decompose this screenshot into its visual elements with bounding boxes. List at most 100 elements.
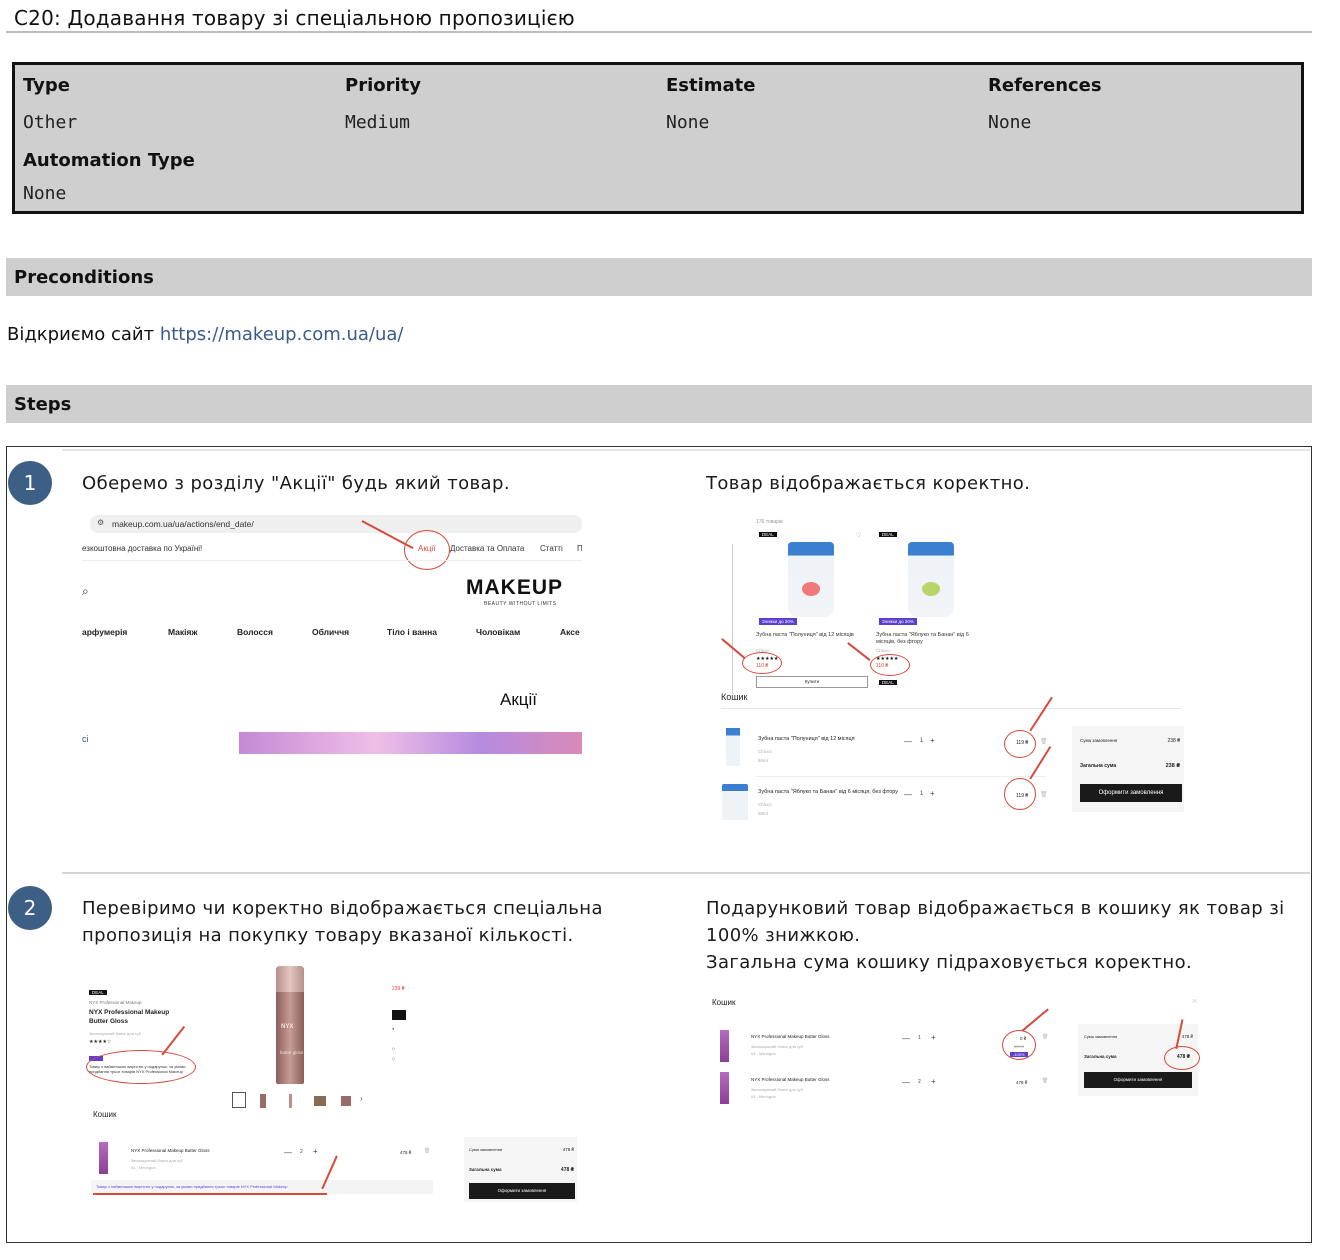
order-sum-value: 478 ₴	[562, 1147, 574, 1152]
trash-icon[interactable]: 🗑	[1040, 791, 1048, 798]
cart-item-sub: Зволожуючий блиск для губ	[131, 1158, 183, 1163]
checkout-button[interactable]: Оформити замовлення	[1080, 784, 1182, 802]
nav-perfume[interactable]: арфумерія	[82, 627, 127, 637]
qty-plus-button[interactable]: +	[931, 1077, 936, 1086]
shade-swatch[interactable]	[392, 1010, 406, 1020]
step-2-action: Перевіримо чи коректно відображається сп…	[82, 898, 603, 946]
qty-minus-button[interactable]: —	[904, 737, 912, 746]
cart-item-brand-2: Chicco	[758, 802, 772, 807]
browser-address-bar[interactable]: ⚙ makeup.com.ua/ua/actions/end_date/	[90, 515, 582, 533]
topbar-delivery-link[interactable]: Доставка та Оплата	[450, 544, 524, 553]
order-sum-value: 478 ₴	[1181, 1034, 1193, 1039]
trash-icon[interactable]: 🗑	[1042, 1078, 1048, 1084]
screenshot-products-cart: 176 товарів DEAL ♡ Знижки до 20% Зубна п…	[718, 516, 1188, 826]
meta-estimate-label: Estimate	[666, 75, 756, 96]
screenshot-cart-gift: Кошик × NYX Professional Makeup Butter G…	[706, 990, 1202, 1114]
product-name-strawberry[interactable]: Зубна паста "Полуниця" від 12 місяців	[756, 632, 866, 639]
cart-item-name[interactable]: NYX Professional Makeup Butter Gloss	[131, 1148, 210, 1153]
gallery-thumb[interactable]	[260, 1094, 266, 1108]
meta-type: Type Other	[23, 75, 77, 133]
cart-item-shade-gift: 04 - Meringue	[751, 1051, 776, 1056]
stock-icon: ●	[392, 1026, 395, 1031]
checkout-button[interactable]: Оформити замовлення	[469, 1183, 575, 1199]
qty-value-2[interactable]: 1	[920, 791, 923, 797]
product-brand-line: NYX Professional Makeup	[89, 1000, 142, 1005]
qty-minus-button[interactable]: —	[902, 1078, 910, 1087]
gallery-thumb[interactable]	[341, 1096, 351, 1106]
step-divider-top	[62, 449, 1310, 451]
qty-plus-button[interactable]: +	[931, 1033, 936, 1042]
steps-header: Steps	[6, 385, 1312, 423]
meta-automation-label: Automation Type	[23, 150, 195, 171]
annotation-arrow-gift-price	[1021, 1008, 1049, 1032]
gallery-thumb-active[interactable]	[232, 1092, 246, 1108]
cart-item-shade: 04 - Meringue	[131, 1165, 156, 1170]
cart-item-name-1[interactable]: Зубна паста "Полуниця" від 12 місяця	[758, 736, 855, 742]
trash-icon[interactable]: 🗑	[1042, 1034, 1048, 1040]
discount-badge: Знижки до 20%	[879, 618, 917, 625]
cart-thumb-gloss-gift	[720, 1030, 729, 1062]
wishlist-heart-icon[interactable]: ♡	[856, 532, 861, 539]
qty-plus-button[interactable]: +	[313, 1147, 318, 1156]
product-subtitle: Зволожуючий блиск для губ	[89, 1031, 141, 1036]
buy-button[interactable]: Купити	[756, 676, 868, 688]
cart-offer-text: Товар з найменшою вартістю у подарунок, …	[96, 1184, 288, 1189]
qty-minus-button[interactable]: —	[904, 790, 912, 799]
nav-body[interactable]: Тіло і ванна	[387, 627, 437, 637]
checkout-button[interactable]: Оформити замовлення	[1084, 1072, 1192, 1088]
tube-brand-text: NYX	[281, 1024, 294, 1030]
gallery-thumb[interactable]	[289, 1094, 292, 1108]
deal-badge: DEAL	[879, 680, 897, 685]
nav-accessories[interactable]: Аксе	[560, 627, 580, 637]
promo-banner-image[interactable]	[239, 732, 582, 754]
meta-priority: Priority Medium	[345, 75, 421, 133]
qty-value-1[interactable]: 1	[920, 738, 923, 744]
step-2-expected-1: Подарунковий товар відображається в коши…	[706, 898, 1285, 946]
meta-references-value: None	[988, 112, 1032, 133]
meta-estimate-value: None	[666, 112, 710, 133]
product-name-apple-banana[interactable]: Зубна паста "Яблуко та Банан" від 6 міся…	[876, 632, 986, 646]
site-link[interactable]: https://makeup.com.ua/ua/	[160, 324, 404, 345]
chevron-right-icon[interactable]: ›	[360, 1094, 363, 1103]
qty-value-gift[interactable]: 1	[918, 1035, 921, 1041]
cart-item-name-paid[interactable]: NYX Professional Makeup Butter Gloss	[751, 1077, 830, 1082]
nav-makeup[interactable]: Макіяж	[168, 627, 198, 637]
order-total-label: Загальна сума	[1080, 763, 1117, 769]
annotation-arrow-price-1	[721, 638, 746, 659]
topbar-articles-link[interactable]: Статті	[540, 544, 563, 553]
compare-icon[interactable]: ◇	[392, 1046, 395, 1051]
qty-plus-button[interactable]: +	[930, 789, 935, 798]
annotation-ring-cart-price-1	[1004, 730, 1036, 758]
search-icon[interactable]: ⌕	[82, 584, 89, 599]
trash-icon[interactable]: 🗑	[1040, 738, 1048, 745]
qty-minus-button[interactable]: —	[284, 1148, 292, 1157]
preconditions-label: Відкриємо сайт	[7, 324, 160, 345]
cart-item-price: 478 ₴	[400, 1150, 412, 1155]
makeup-logo[interactable]: MAKEUP	[466, 576, 563, 600]
apple-decor	[922, 582, 940, 596]
trash-icon[interactable]: 🗑	[424, 1148, 430, 1154]
cart-item-name-2[interactable]: Зубна паста "Яблуко та Банан" від 6 міся…	[758, 789, 898, 795]
cart-thumb-apple-banana	[722, 784, 748, 820]
qty-value-paid[interactable]: 2	[918, 1079, 921, 1085]
qty-plus-button[interactable]: +	[930, 736, 935, 745]
lip-gloss-image[interactable]: NYX butter gloss	[276, 966, 304, 1084]
case-title: C20: Додавання товару зі спеціальною про…	[14, 6, 575, 30]
cart-item-name-gift[interactable]: NYX Professional Makeup Butter Gloss	[751, 1034, 830, 1039]
title-divider	[6, 31, 1312, 33]
qty-minus-button[interactable]: —	[902, 1034, 910, 1043]
nav-men[interactable]: Чоловікам	[476, 627, 520, 637]
strawberry-decor	[802, 582, 820, 596]
side-link-cut[interactable]: сі	[82, 734, 89, 744]
close-icon[interactable]: ×	[1192, 996, 1197, 1006]
gallery-thumb[interactable]	[314, 1096, 326, 1106]
annotation-underline-offer	[93, 1193, 327, 1195]
share-icon[interactable]: ◇	[392, 1056, 395, 1061]
cart-row-divider	[756, 776, 1046, 777]
qty-value[interactable]: 2	[300, 1149, 303, 1155]
cart-thumb-gloss	[720, 1072, 729, 1104]
nav-face[interactable]: Обличчя	[312, 627, 349, 637]
annotation-ring-gift-price	[1002, 1030, 1036, 1060]
topbar-cut-link[interactable]: П	[577, 544, 582, 553]
nav-hair[interactable]: Волосся	[237, 627, 273, 637]
